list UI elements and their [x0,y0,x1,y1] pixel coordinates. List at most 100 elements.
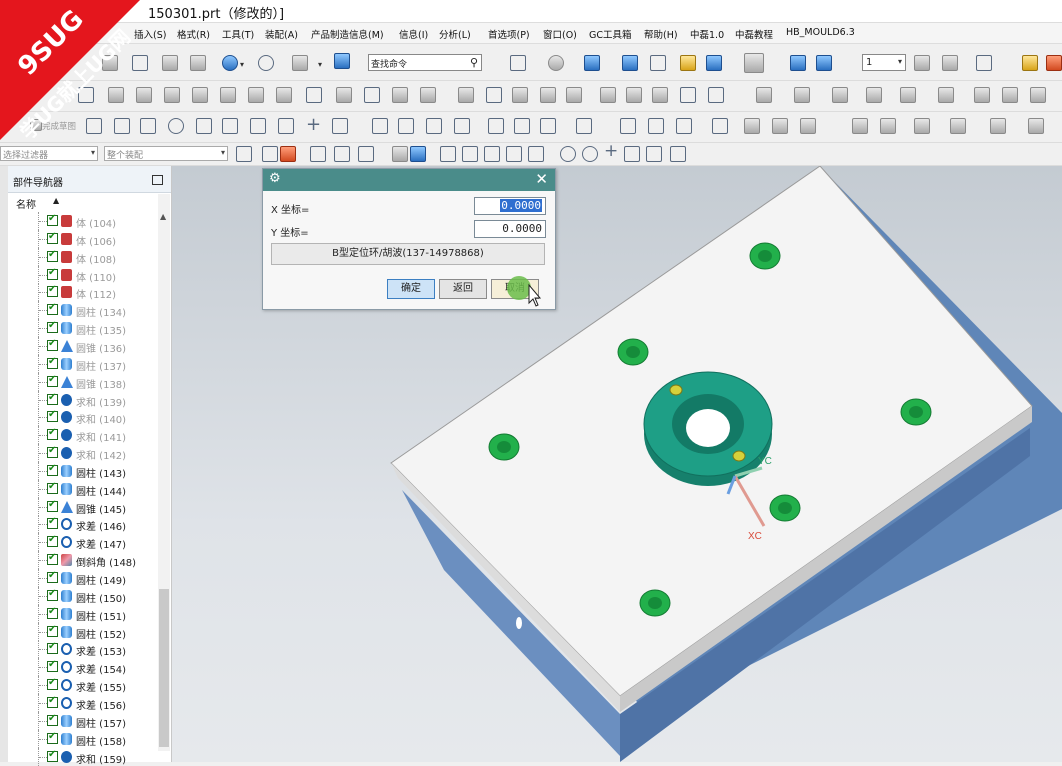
pattern-icon[interactable] [364,87,380,103]
feature-checkbox[interactable] [47,231,58,244]
feature-checkbox[interactable] [47,427,58,441]
view-color-icon[interactable] [744,53,764,73]
feature-checkbox[interactable] [47,249,58,262]
pattern-face-icon[interactable] [974,87,990,103]
brush-icon[interactable] [1022,55,1038,71]
feature-checkbox[interactable] [47,284,58,298]
type-filter-select[interactable]: 选择过滤器 ▾ [0,146,98,161]
scale-body-icon[interactable] [708,87,724,103]
menu-pmi[interactable]: 产品制造信息(M) [311,27,384,41]
navigator-feature-row[interactable]: 求差 (153) [8,640,156,659]
feature-checkbox[interactable] [47,356,58,369]
menu-tools[interactable]: 工具(T) [222,27,254,41]
feature-checkbox[interactable] [47,374,58,387]
intersection-point-icon[interactable] [454,118,470,134]
gear-icon[interactable]: ⚙ [269,171,281,186]
point-on-face-icon[interactable] [582,146,598,162]
pattern-curve-icon[interactable] [398,118,414,134]
feature-checkbox[interactable] [47,463,58,476]
close-icon[interactable]: ✕ [535,170,548,188]
fit-icon[interactable] [392,146,408,162]
menu-hb-mould[interactable]: HB_MOULD6.3 [786,27,855,38]
feature-checkbox[interactable] [47,481,58,494]
menu-assembly[interactable]: 装配(A) [265,27,298,41]
select-all-icon[interactable] [236,146,252,162]
edit-section-icon[interactable] [680,55,696,71]
show-constraints-icon[interactable] [648,118,664,134]
offset-face-icon[interactable] [652,87,668,103]
navigator-feature-row[interactable]: 求差 (146) [8,515,156,534]
work-layer-select[interactable]: 1 ▾ [862,54,906,71]
snap-toggle-icon[interactable] [646,146,662,162]
grip-icon[interactable] [880,118,896,134]
mirror-curve-icon[interactable] [426,118,442,134]
more-tools-icon[interactable] [1028,118,1044,134]
navigator-feature-row[interactable]: 体 (104) [8,212,156,230]
command-finder-icon[interactable] [334,53,350,69]
navigator-feature-row[interactable]: 体 (106) [8,229,156,248]
layer-settings-icon[interactable] [292,55,308,71]
navigator-feature-row[interactable]: 圆柱 (143) [8,461,156,480]
background-icon[interactable] [706,55,722,71]
motion-icon[interactable] [852,118,868,134]
render-style-icon[interactable] [548,55,564,71]
shell-icon[interactable] [540,87,556,103]
rectangle-icon[interactable] [250,118,266,134]
feature-checkbox[interactable] [47,392,58,405]
navigator-feature-row[interactable]: 求和 (141) [8,426,156,445]
navigator-feature-row[interactable]: 圆锥 (145) [8,497,156,516]
wireframe-icon[interactable] [650,55,666,71]
navigator-feature-row[interactable]: 圆柱 (158) [8,729,156,748]
undo-icon[interactable] [222,55,238,71]
midpoint-icon[interactable] [334,146,350,162]
circle-icon[interactable] [168,118,184,134]
isometric-view-icon[interactable] [622,55,638,71]
quadrant-icon[interactable] [484,146,500,162]
feature-checkbox[interactable] [47,641,58,655]
sync-modeling-icon[interactable] [756,87,772,103]
navigator-feature-row[interactable]: 圆柱 (134) [8,301,156,320]
navigator-feature-row[interactable]: 体 (108) [8,247,156,266]
shaded-view-icon[interactable] [584,55,600,71]
make-coplanar-icon[interactable] [1030,87,1046,103]
navigator-feature-row[interactable]: 圆锥 (138) [8,372,156,391]
auto-constrain-icon[interactable] [676,118,692,134]
point-icon[interactable]: + [306,114,321,135]
navigator-feature-row[interactable]: 圆柱 (151) [8,604,156,623]
endpoint-icon[interactable] [310,146,326,162]
assembly-scope-select[interactable]: 整个装配 ▾ [104,146,228,161]
navigator-feature-row[interactable]: 求和 (139) [8,390,156,409]
navigator-feature-row[interactable]: 体 (110) [8,265,156,284]
menu-info[interactable]: 信息(I) [399,27,428,41]
feature-checkbox[interactable] [47,659,58,673]
navigator-feature-row[interactable]: 求差 (147) [8,533,156,552]
menu-analysis[interactable]: 分析(L) [439,27,471,41]
feature-checkbox[interactable] [47,731,58,744]
ok-button[interactable]: 确定 [387,279,435,299]
feature-checkbox[interactable] [47,409,58,423]
thicken-icon[interactable] [680,87,696,103]
edge-blend-icon[interactable] [486,87,502,103]
command-search-input[interactable]: 查找命令 ⚲ [368,54,482,71]
list-icon[interactable] [670,146,686,162]
back-button[interactable]: 返回 [439,279,487,299]
redo-icon[interactable] [258,55,274,71]
polygon-icon[interactable] [278,118,294,134]
sphere-icon[interactable] [192,87,208,103]
relations-browser-icon[interactable] [800,118,816,134]
feature-checkbox[interactable] [47,570,58,583]
menu-gc-toolkit[interactable]: GC工具箱 [589,27,632,41]
boss-icon[interactable] [248,87,264,103]
navigator-feature-row[interactable]: 圆锥 (136) [8,336,156,355]
subtract-icon[interactable] [420,87,436,103]
navigator-feature-row[interactable]: 圆柱 (137) [8,354,156,373]
arc-center-icon[interactable] [440,146,456,162]
feature-checkbox[interactable] [47,445,58,459]
navigator-feature-row[interactable]: 圆柱 (149) [8,569,156,587]
feature-checkbox[interactable] [47,516,58,530]
snap-point-icon[interactable] [262,146,278,162]
menu-format[interactable]: 格式(R) [177,27,210,41]
navigator-column-header[interactable]: 名称 ▲ [8,194,156,211]
geometric-constraint-icon[interactable] [620,118,636,134]
feature-checkbox[interactable] [47,588,58,601]
